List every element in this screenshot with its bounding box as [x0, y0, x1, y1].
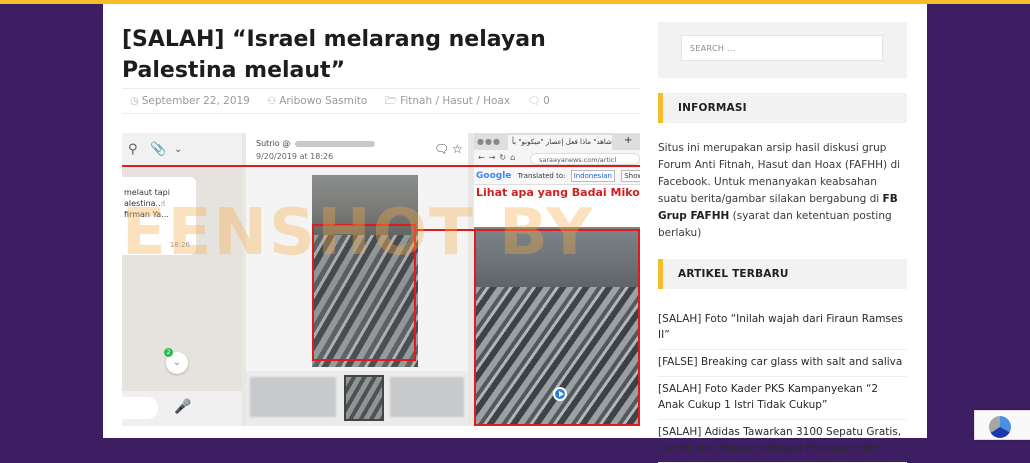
new-tab-icon: + — [624, 135, 633, 146]
search-widget: SEARCH ... — [658, 22, 907, 78]
microphone-icon: 🎤 — [174, 399, 192, 415]
post-date: ◷ September 22, 2019 — [130, 95, 250, 107]
thumbnail-strip — [246, 371, 468, 426]
nav-arrows-icon: ←→↻⌂ — [478, 153, 520, 162]
post-category[interactable]: 🗁 Fitnah / Hasut / Hoax — [385, 95, 510, 107]
window-controls-icon: ●●● — [477, 137, 501, 146]
list-item[interactable]: [SALAH] Foto “Inilah wajah dari Firaun R… — [658, 307, 907, 350]
post-author[interactable]: ⚇ Aribowo Sasmito — [267, 95, 367, 107]
recaptcha-icon — [989, 416, 1011, 438]
thumbnail-selected — [344, 375, 384, 421]
comment-icon: 🗨 — [527, 96, 541, 107]
search-input[interactable]: SEARCH ... — [681, 35, 883, 61]
chat-panel: ⚲ 📎 ⌄ melaut tapi alestina..☝ firman Ya.… — [122, 133, 242, 426]
browser-tab-bar: ●●● شاهد" ماذا فعل إعصار "ميكونو" بأ... … — [474, 133, 640, 150]
attach-icon: 📎 — [150, 142, 167, 157]
red-annotation-line — [122, 165, 640, 167]
chat-input-field — [122, 397, 158, 419]
comment-icon: 🗨 — [434, 142, 450, 156]
sender-name: Sutrio @ — [256, 139, 376, 148]
list-item[interactable]: [FALSE] Breaking car glass with salt and… — [658, 350, 907, 377]
post-meta: ◷ September 22, 2019 ⚇ Aribowo Sasmito 🗁 Fi… — [122, 88, 640, 114]
language-select: Indonesian — [570, 170, 615, 182]
url-field: saraayanews.com/articl — [530, 153, 640, 165]
image-watermark: EENSHOT BY — [122, 196, 595, 270]
sent-datetime: 9/20/2019 at 18:26 — [256, 152, 334, 161]
list-item[interactable]: [SALAH] Adidas Tawarkan 3100 Sepatu Grat… — [658, 420, 907, 463]
search-icon: ⚲ — [128, 142, 138, 157]
unread-count: 2 — [164, 348, 173, 357]
post-comments[interactable]: 🗨 0 — [527, 95, 549, 107]
recent-articles-list: [SALAH] Foto “Inilah wajah dari Firaun R… — [658, 307, 907, 463]
user-icon: ⚇ — [267, 96, 277, 107]
chevron-down-icon: ⌄ — [174, 144, 183, 155]
browser-tab: شاهد" ماذا فعل إعصار "ميكونو" بأ... — [508, 135, 612, 150]
clock-icon: ◷ — [130, 96, 139, 107]
chat-toolbar: ⚲ 📎 ⌄ — [122, 133, 242, 167]
folder-icon: 🗁 — [384, 96, 398, 107]
show-original-button: Show origi — [621, 170, 640, 182]
star-icon: ☆ — [452, 142, 463, 156]
google-translate-bar: Google Translated to: Indonesian Show or… — [474, 169, 640, 185]
thumbnail — [250, 377, 336, 417]
post-title: [SALAH] “Israel melarang nelayan Palesti… — [122, 27, 546, 83]
chat-input-bar: 🎤 — [122, 391, 242, 426]
artikel-terbaru-heading: ARTIKEL TERBARU — [658, 259, 907, 289]
informasi-heading: INFORMASI — [658, 93, 907, 123]
scroll-down-badge: ⌄ 2 — [164, 348, 188, 374]
media-viewer-header: Sutrio @ 9/20/2019 at 18:26 🗨 ☆ — [246, 133, 468, 166]
thumbnail — [390, 377, 464, 417]
post-featured-image[interactable]: ⚲ 📎 ⌄ melaut tapi alestina..☝ firman Ya.… — [122, 133, 640, 426]
google-logo: Google — [476, 171, 512, 181]
informasi-text: Situs ini merupakan arsip hasil diskusi … — [658, 142, 901, 239]
page-container: [SALAH] “Israel melarang nelayan Palesti… — [103, 4, 927, 463]
recaptcha-badge[interactable] — [974, 410, 1030, 440]
list-item[interactable]: [SALAH] Foto Kader PKS Kampanyekan “2 An… — [658, 377, 907, 420]
